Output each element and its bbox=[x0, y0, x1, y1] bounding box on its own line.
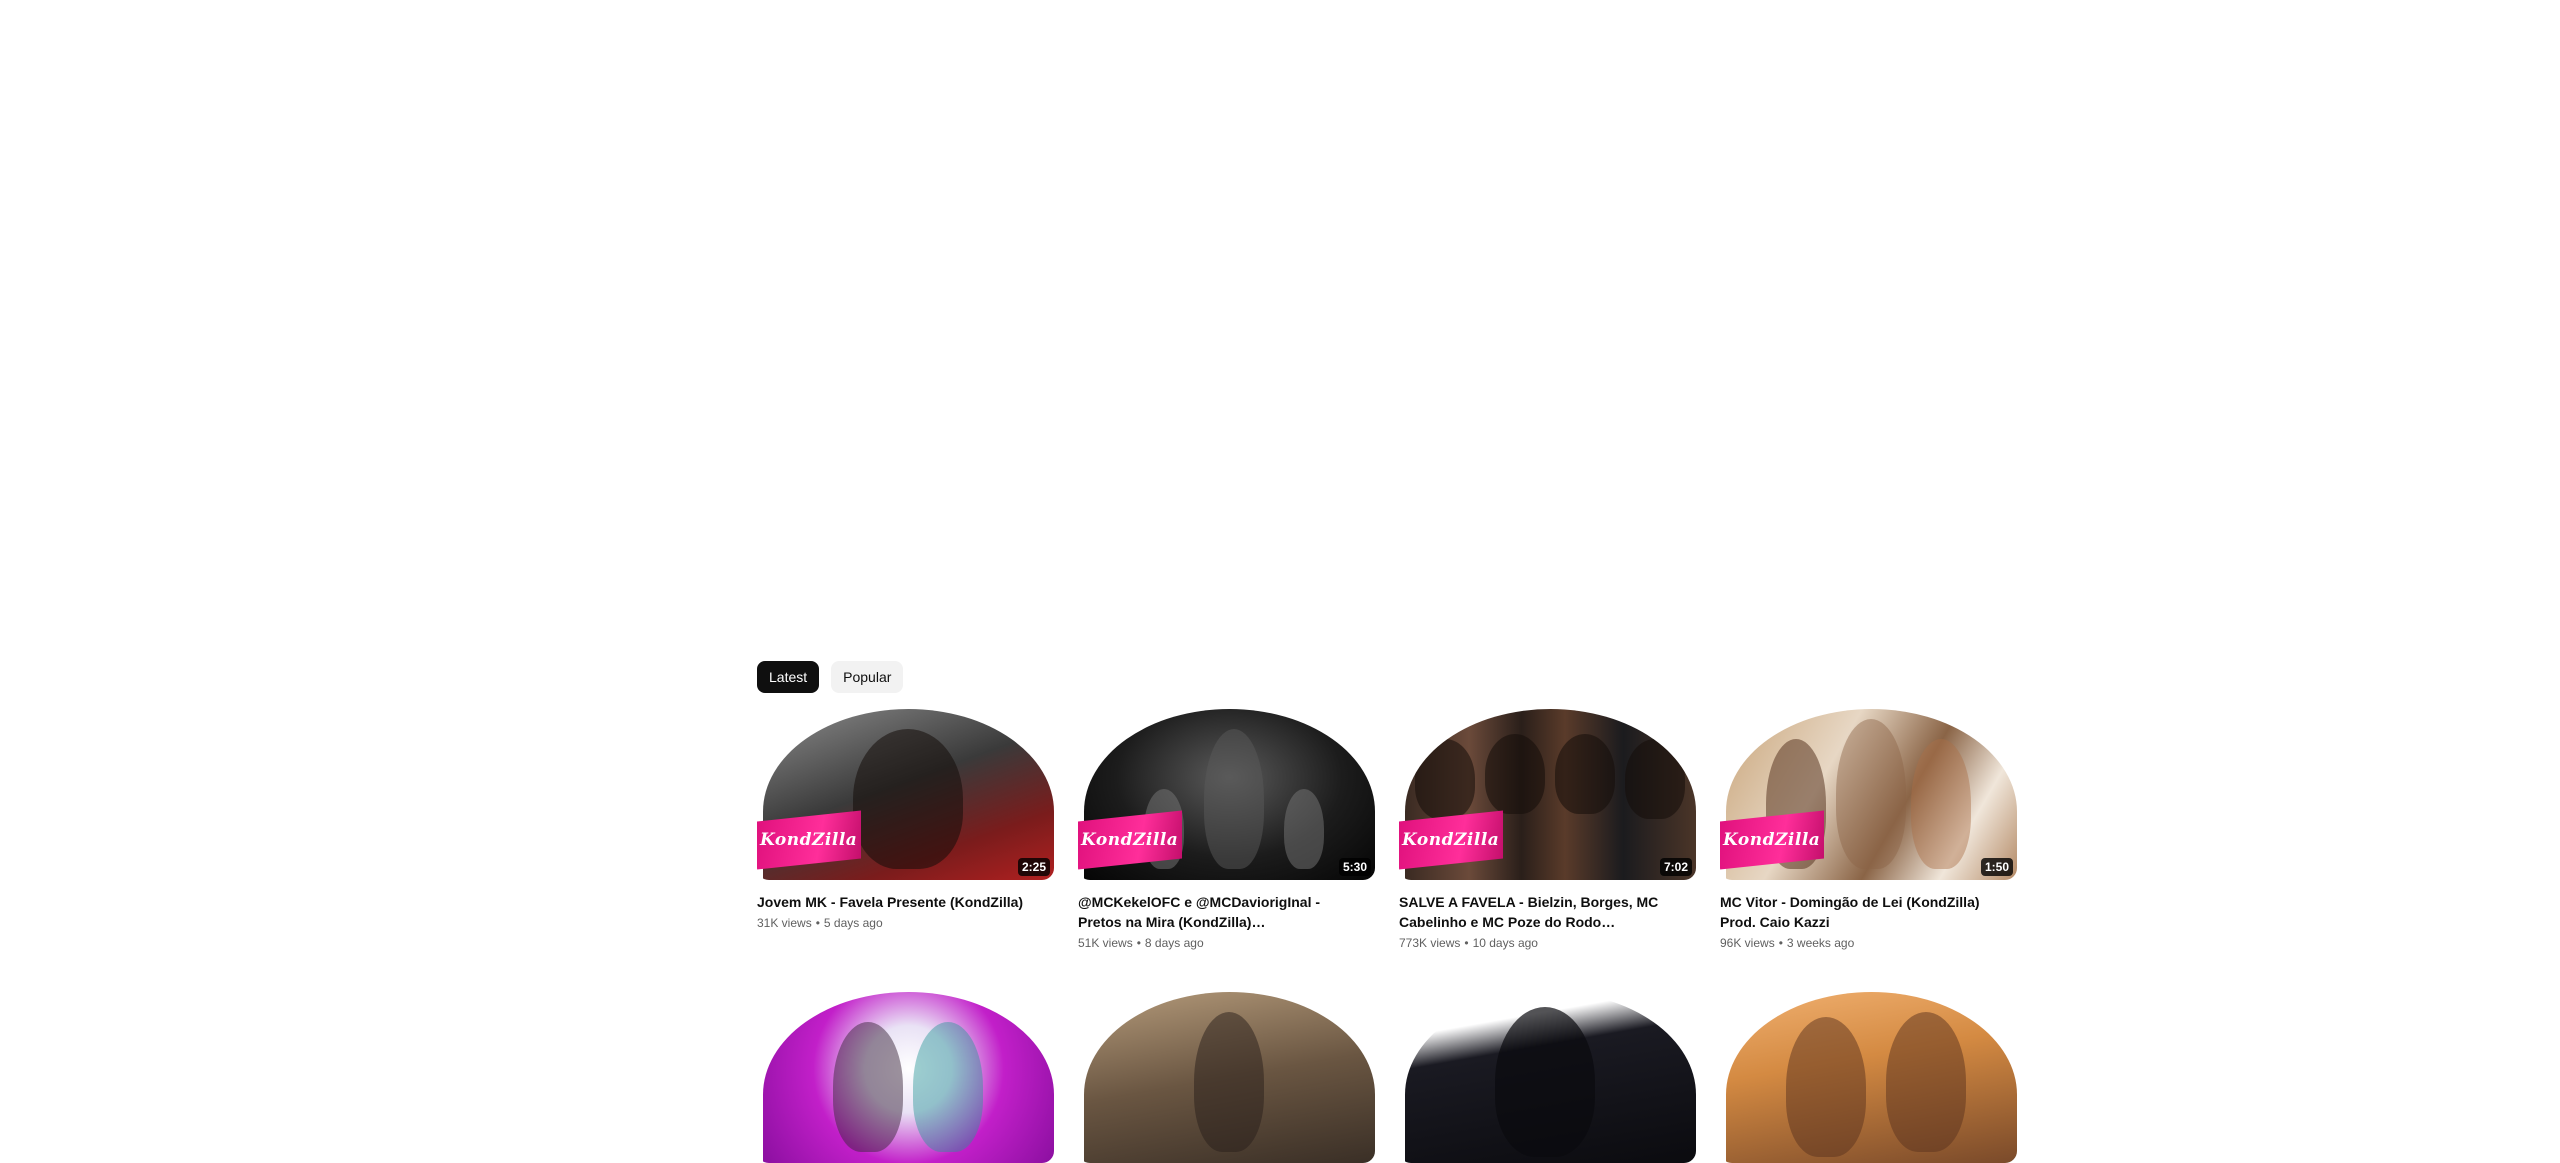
video-stats: 51K views • 8 days ago bbox=[1078, 934, 1351, 952]
video-thumbnail[interactable] bbox=[1720, 992, 2017, 1163]
thumbnail-image bbox=[763, 992, 1054, 1163]
sort-chips: Latest Popular bbox=[757, 661, 904, 693]
video-card[interactable] bbox=[1720, 992, 2017, 1163]
video-title[interactable]: @MCKekelOFC e @MCDaviorigInal - Pretos n… bbox=[1078, 892, 1351, 932]
separator-dot: • bbox=[815, 916, 820, 930]
video-title[interactable]: Jovem MK - Favela Presente (KondZilla) bbox=[757, 892, 1030, 912]
separator-dot: • bbox=[1464, 936, 1469, 950]
video-stats: 773K views • 10 days ago bbox=[1399, 934, 1672, 952]
duration-badge: 1:50 bbox=[1980, 858, 2013, 876]
video-stats: 31K views • 5 days ago bbox=[757, 914, 1030, 932]
video-card[interactable] bbox=[757, 992, 1054, 1163]
video-thumbnail[interactable]: KondZilla 7:02 bbox=[1399, 709, 1696, 880]
publish-age: 8 days ago bbox=[1144, 936, 1204, 950]
video-card[interactable]: KondZilla 7:02 SALVE A FAVELA - Bielzin,… bbox=[1399, 709, 1696, 952]
video-grid: KondZilla 2:25 Jovem MK - Favela Present… bbox=[757, 709, 2017, 1163]
video-thumbnail[interactable]: KondZilla 1:50 bbox=[1720, 709, 2017, 880]
video-thumbnail[interactable] bbox=[1078, 992, 1375, 1163]
view-count: 96K views bbox=[1720, 936, 1775, 950]
separator-dot: • bbox=[1778, 936, 1783, 950]
video-card[interactable]: KondZilla 5:30 @MCKekelOFC e @MCDaviorig… bbox=[1078, 709, 1375, 952]
duration-badge: 7:02 bbox=[1659, 858, 1692, 876]
video-stats: 96K views • 3 weeks ago bbox=[1720, 934, 1993, 952]
view-count: 31K views bbox=[757, 916, 812, 930]
video-thumbnail[interactable]: KondZilla 2:25 bbox=[757, 709, 1054, 880]
publish-age: 10 days ago bbox=[1472, 936, 1538, 950]
video-card[interactable] bbox=[1078, 992, 1375, 1163]
duration-badge: 5:30 bbox=[1338, 858, 1371, 876]
video-title[interactable]: SALVE A FAVELA - Bielzin, Borges, MC Cab… bbox=[1399, 892, 1672, 932]
chip-latest[interactable]: Latest bbox=[757, 661, 820, 693]
publish-age: 5 days ago bbox=[823, 916, 883, 930]
video-thumbnail[interactable] bbox=[1399, 992, 1696, 1163]
chip-popular[interactable]: Popular bbox=[831, 661, 904, 693]
video-card[interactable]: KondZilla 2:25 Jovem MK - Favela Present… bbox=[757, 709, 1054, 952]
thumbnail-image bbox=[1405, 992, 1696, 1163]
separator-dot: • bbox=[1136, 936, 1141, 950]
view-count: 51K views bbox=[1078, 936, 1133, 950]
publish-age: 3 weeks ago bbox=[1786, 936, 1855, 950]
duration-badge: 2:25 bbox=[1017, 858, 1050, 876]
thumbnail-image bbox=[1726, 992, 2017, 1163]
video-card[interactable]: KondZilla 1:50 MC Vitor - Domingão de Le… bbox=[1720, 709, 2017, 952]
thumbnail-image bbox=[1084, 992, 1375, 1163]
video-thumbnail[interactable]: KondZilla 5:30 bbox=[1078, 709, 1375, 880]
video-card[interactable] bbox=[1399, 992, 1696, 1163]
channel-header-blank-area bbox=[0, 0, 2560, 660]
video-thumbnail[interactable] bbox=[757, 992, 1054, 1163]
view-count: 773K views bbox=[1399, 936, 1461, 950]
video-title[interactable]: MC Vitor - Domingão de Lei (KondZilla) P… bbox=[1720, 892, 1993, 932]
